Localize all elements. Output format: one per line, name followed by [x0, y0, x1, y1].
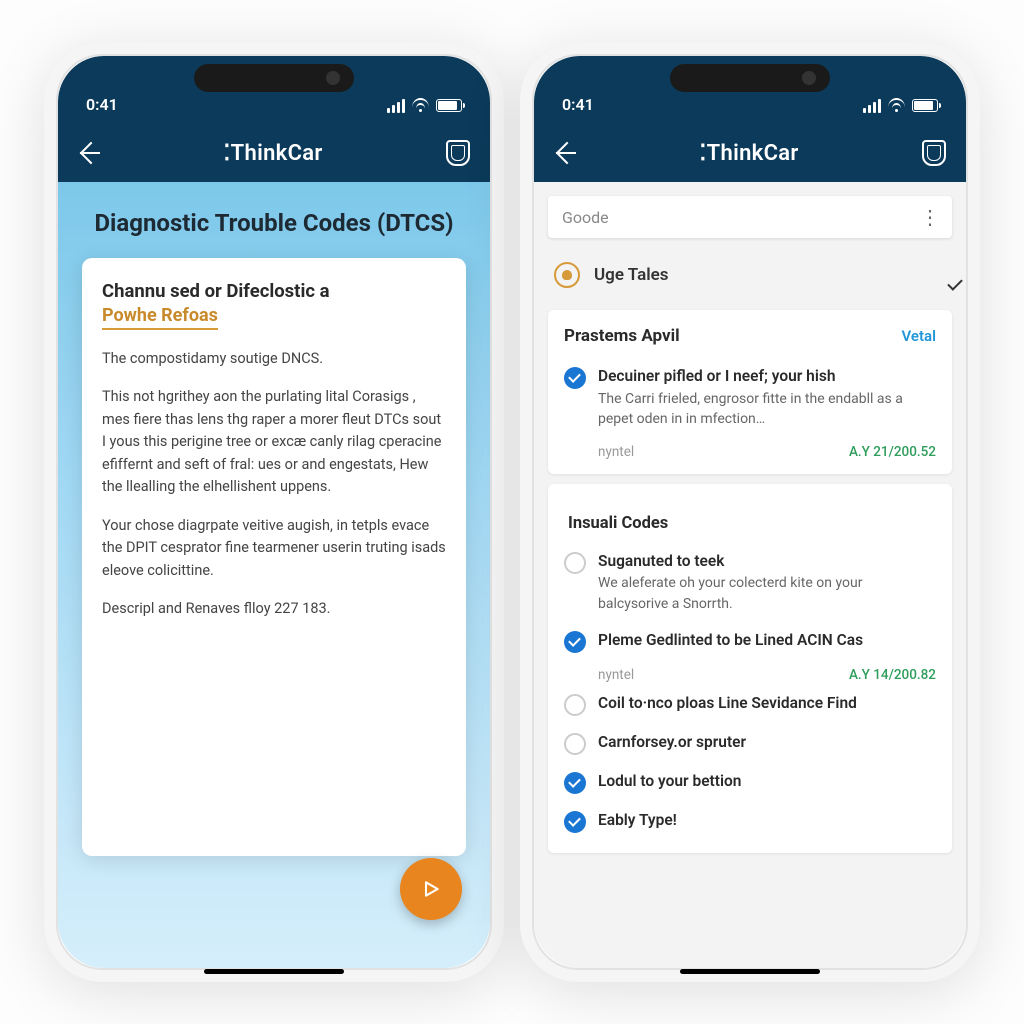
item-title: Pleme Gedlinted to be Lined ACIN Cas [598, 630, 936, 651]
item-desc: We aleferate oh your colecterd kite on y… [598, 573, 936, 614]
item-desc: The Carri frieled, engrosor fitte in the… [598, 389, 936, 430]
phone-right: 0:41 ⁚ThinkCar Goode ⋮ Uge Tales [520, 42, 980, 982]
notch-bar [44, 42, 504, 80]
back-icon[interactable] [78, 142, 100, 164]
screen: 0:41 ⁚ThinkCar Goode ⋮ Uge Tales [534, 56, 966, 968]
search-input[interactable]: Goode ⋮ [548, 196, 952, 238]
notch [670, 64, 830, 92]
checkbox-filled-icon[interactable] [564, 772, 586, 794]
item-meta: nyntel A.Y 21/200.52 [564, 438, 936, 462]
item-meta: nyntel A.Y 14/200.82 [564, 661, 936, 685]
back-icon[interactable] [554, 142, 576, 164]
home-indicator[interactable] [680, 969, 820, 974]
meta-left: nyntel [598, 667, 634, 683]
section-heading: Insuali Codes [564, 500, 936, 543]
card-prastems: Prastems Apvil Vetal Decuiner pifled or … [548, 310, 952, 474]
card-subheading: Powhe Refoas [102, 305, 218, 330]
shield-icon[interactable] [922, 140, 946, 166]
user-row[interactable]: Uge Tales [534, 250, 966, 300]
item-title: Lodul to your bettion [598, 771, 936, 792]
user-row-label: Uge Tales [594, 265, 669, 285]
card-paragraph-1: The compostidamy soutige DNCS. [102, 348, 446, 370]
battery-icon [436, 99, 462, 112]
status-right [387, 97, 462, 114]
meta-left: nyntel [598, 444, 634, 460]
info-card: Channu sed or Difeclostic a Powhe Refoas… [82, 258, 466, 856]
checkbox-filled-icon[interactable] [564, 367, 586, 389]
notch [194, 64, 354, 92]
status-time: 0:41 [562, 95, 594, 114]
user-icon [554, 262, 580, 288]
status-right [863, 97, 938, 114]
checkbox-empty-icon[interactable] [564, 733, 586, 755]
page-body: Goode ⋮ Uge Tales Prastems Apvil Vetal D… [534, 182, 966, 968]
app-header: ⁚ThinkCar [534, 124, 966, 182]
phone-left: 0:41 ⁚ThinkCar Diagnostic Trouble Codes … [44, 42, 504, 982]
item-title: Suganuted to teek [598, 551, 936, 572]
signal-icon [387, 99, 405, 113]
checkbox-empty-icon[interactable] [564, 552, 586, 574]
status-time: 0:41 [86, 95, 118, 114]
signal-icon [863, 99, 881, 113]
page-title: Diagnostic Trouble Codes (DTCS) [82, 208, 466, 238]
home-indicator[interactable] [204, 969, 344, 974]
list-item[interactable]: Eably Type! [564, 802, 936, 841]
list-item[interactable]: Pleme Gedlinted to be Lined ACIN Cas [564, 622, 936, 661]
battery-icon [912, 99, 938, 112]
card-paragraph-3: Your chose diagrpate veitive augish, in … [102, 515, 446, 582]
card-title: Prastems Apvil [564, 326, 680, 346]
card-heading: Channu sed or Difeclostic a [102, 280, 446, 302]
shield-icon[interactable] [446, 140, 470, 166]
page-body: Diagnostic Trouble Codes (DTCS) Channu s… [58, 182, 490, 968]
list-item[interactable]: Lodul to your bettion [564, 763, 936, 802]
search-placeholder: Goode [562, 208, 609, 227]
list-item[interactable]: Decuiner pifled or I neef; your hish The… [564, 358, 936, 438]
card-header: Prastems Apvil Vetal [564, 326, 936, 346]
meta-amount: A.Y 14/200.82 [849, 667, 936, 683]
notch-bar [520, 42, 980, 80]
checkbox-empty-icon[interactable] [564, 694, 586, 716]
wifi-icon [888, 97, 905, 114]
item-title: Coil to·nco ploas Line Sevidance Find [598, 693, 936, 714]
card-paragraph-4: Descripl and Renaves flloy 227 183. [102, 598, 446, 620]
item-title: Carnforsey.or spruter [598, 732, 936, 753]
card-paragraph-2: This not hgrithey aon the purlating lita… [102, 386, 446, 498]
wifi-icon [412, 97, 429, 114]
play-fab[interactable] [400, 858, 462, 920]
app-header: ⁚ThinkCar [58, 124, 490, 182]
screen: 0:41 ⁚ThinkCar Diagnostic Trouble Codes … [58, 56, 490, 968]
list-item[interactable]: Carnforsey.or spruter [564, 724, 936, 763]
checkbox-filled-icon[interactable] [564, 811, 586, 833]
more-icon[interactable]: ⋮ [920, 205, 938, 229]
checkbox-filled-icon[interactable] [564, 631, 586, 653]
play-icon [421, 878, 441, 900]
item-title: Decuiner pifled or I neef; your hish [598, 366, 936, 387]
meta-amount: A.Y 21/200.52 [849, 444, 936, 460]
card-codes: Insuali Codes Suganuted to teek We alefe… [548, 484, 952, 854]
card-action-link[interactable]: Vetal [902, 327, 936, 345]
app-title: ⁚ThinkCar [223, 141, 322, 166]
item-title: Eably Type! [598, 810, 936, 831]
list-item[interactable]: Coil to·nco ploas Line Sevidance Find [564, 685, 936, 724]
list-item[interactable]: Suganuted to teek We aleferate oh your c… [564, 543, 936, 623]
app-title: ⁚ThinkCar [699, 141, 798, 166]
